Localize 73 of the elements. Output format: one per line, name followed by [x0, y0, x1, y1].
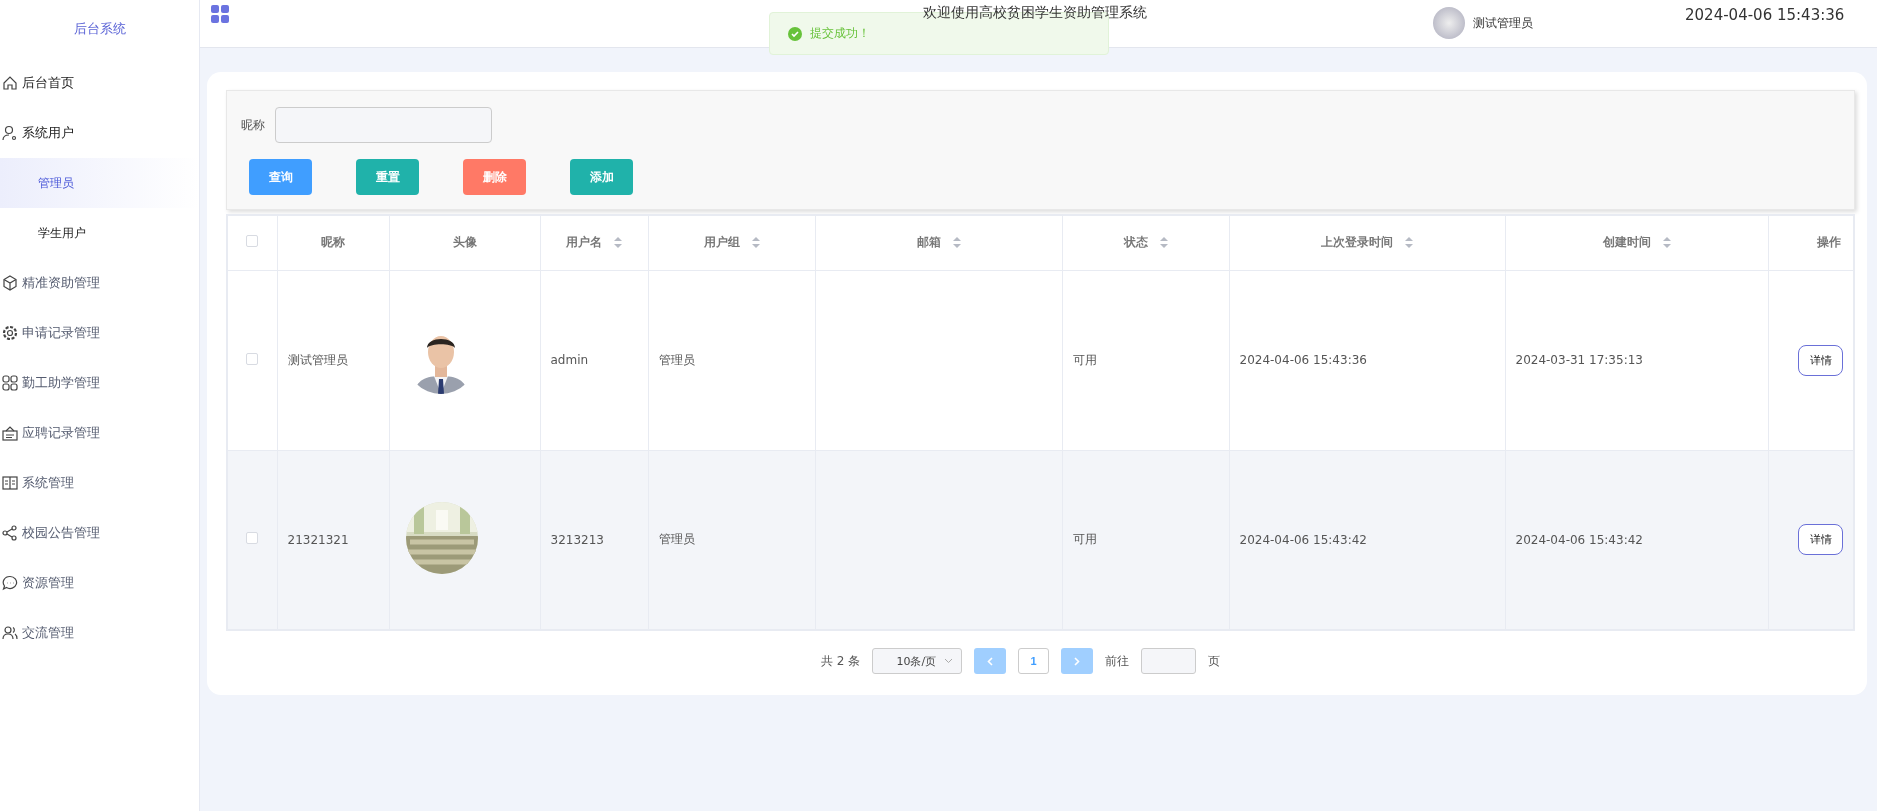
cube-icon [2, 275, 18, 291]
user-name: 测试管理员 [1473, 14, 1533, 32]
table-cell: 21321321 [287, 532, 349, 547]
page-size-select[interactable]: 10条/页 [872, 648, 963, 674]
select-all-checkbox[interactable] [246, 235, 259, 248]
table-cell: 2024-04-06 15:43:42 [1515, 532, 1643, 547]
sort-icon[interactable] [614, 237, 622, 249]
settings-icon [2, 325, 18, 341]
sidebar-item[interactable]: 申请记录管理 [0, 308, 199, 358]
sidebar-item[interactable]: 后台首页 [0, 58, 199, 108]
sidebar-item[interactable]: 校园公告管理 [0, 508, 199, 558]
sidebar-subitem[interactable]: 学生用户 [0, 208, 199, 258]
sidebar-item[interactable]: 应聘记录管理 [0, 408, 199, 458]
column-header[interactable]: 上次登录时间 [1229, 215, 1505, 270]
column-header[interactable]: 昵称 [277, 215, 389, 270]
sidebar-item[interactable]: 勤工助学管理 [0, 358, 199, 408]
detail-button[interactable]: 详情 [1798, 344, 1843, 376]
row-checkbox[interactable] [246, 532, 259, 545]
table-cell: 可用 [1072, 352, 1097, 367]
column-header[interactable]: 邮箱 [815, 215, 1062, 270]
sidebar-item[interactable]: 系统管理 [0, 458, 199, 508]
table-cell: 管理员 [658, 352, 695, 367]
app-logo-text: 后台系统 [72, 20, 127, 38]
current-datetime: 2024-04-06 15:43:36 [1685, 6, 1845, 24]
previous-page-button[interactable] [974, 648, 1007, 674]
chevron-left-icon [987, 656, 994, 666]
sidebar-item[interactable]: 交流管理 [0, 608, 199, 658]
sort-icon[interactable] [1405, 237, 1413, 249]
share-icon [2, 525, 18, 541]
sidebar-item[interactable]: 资源管理 [0, 558, 199, 608]
system-title: 欢迎使用高校贫困学生资助管理系统 [923, 4, 1147, 22]
grid-icon[interactable] [210, 4, 230, 24]
check-circle-icon [788, 26, 802, 41]
total-count: 共 2 条 [820, 652, 861, 670]
home-icon [2, 75, 18, 91]
row-checkbox[interactable] [246, 352, 259, 365]
chevron-right-icon [1074, 656, 1081, 666]
column-header[interactable]: 用户名 [540, 215, 648, 270]
goto-label: 前往 [1105, 652, 1130, 670]
user-avatar[interactable] [1433, 7, 1465, 39]
signboard-icon [2, 425, 18, 441]
column-header[interactable]: 头像 [389, 215, 540, 270]
table-cell: 3213213 [550, 532, 604, 547]
toast-message: 提交成功！ [810, 25, 870, 42]
chat-icon [2, 575, 18, 591]
sidebar-item[interactable]: 精准资助管理 [0, 258, 199, 308]
next-page-button[interactable] [1061, 648, 1094, 674]
sort-icon[interactable] [1662, 237, 1671, 249]
field-label: 昵称 [241, 116, 265, 134]
goto-page-input[interactable] [1141, 648, 1197, 674]
table-cell: 2024-04-06 15:43:42 [1239, 532, 1367, 547]
grid-icon [2, 375, 18, 391]
users-icon [2, 625, 18, 641]
column-header[interactable]: 用户组 [648, 215, 815, 270]
sort-icon[interactable] [1159, 237, 1168, 249]
column-header[interactable]: 状态 [1062, 215, 1229, 270]
table-cell: 可用 [1072, 532, 1097, 547]
detail-button[interactable]: 详情 [1798, 524, 1843, 556]
table-cell: admin [550, 353, 589, 367]
table-cell: 2024-03-31 17:35:13 [1515, 353, 1643, 367]
page-unit-label: 页 [1208, 652, 1221, 670]
book-icon [2, 475, 18, 491]
chevron-down-icon [944, 658, 954, 664]
page-number[interactable]: 1 [1018, 648, 1050, 674]
sort-icon[interactable] [952, 237, 961, 249]
column-header[interactable]: 创建时间 [1505, 215, 1768, 270]
table-cell: 管理员 [658, 532, 695, 547]
sort-icon[interactable] [751, 237, 760, 249]
table-cell: 2024-04-06 15:43:36 [1239, 353, 1367, 367]
nickname-input[interactable] [275, 107, 492, 143]
user-icon [2, 125, 18, 141]
table-cell: 测试管理员 [287, 352, 348, 367]
sidebar-item[interactable]: 系统用户 [0, 108, 199, 158]
